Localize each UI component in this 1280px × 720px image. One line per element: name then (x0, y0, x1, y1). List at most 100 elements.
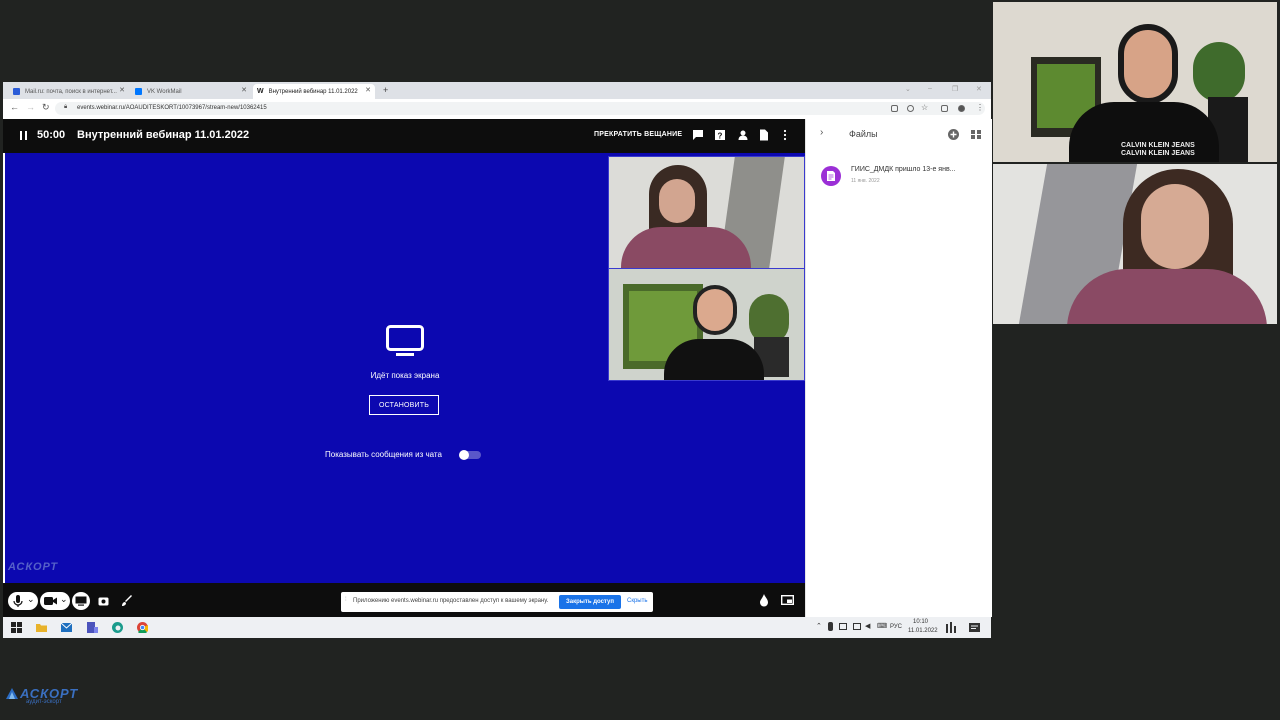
lock-icon: 🔒︎ (64, 104, 68, 110)
chevron-down-icon[interactable]: ⌄ (60, 594, 68, 605)
url-text: events.webinar.ru/AOAUDITESKORT/10073967… (77, 105, 267, 111)
page-title: Внутренний вебинар 11.01.2022 (77, 129, 250, 141)
logo-text: АСКОРТ (8, 561, 59, 573)
star-icon[interactable]: ☆ (921, 103, 928, 112)
notification-text: Приложению events.webinar.ru предоставле… (353, 598, 549, 604)
participants-icon[interactable] (737, 129, 749, 141)
stats-icon[interactable] (946, 622, 957, 633)
clock-time[interactable]: 10:10 (913, 619, 928, 625)
close-icon[interactable]: ✕ (365, 86, 371, 94)
mic-button[interactable]: ⌄ (8, 592, 38, 610)
more-icon[interactable] (779, 129, 791, 141)
logo-triangle-icon (6, 688, 18, 699)
stop-broadcast-button[interactable]: ПРЕКРАТИТЬ ВЕЩАНИЕ (594, 131, 682, 138)
participant-video-man[interactable]: CALVIN KLEIN JEANS CALVIN KLEIN JEANS (993, 2, 1277, 162)
tab-mail[interactable]: Mail.ru: почта, поиск в интернет... ✕ (9, 84, 129, 99)
grid-icon[interactable] (971, 130, 981, 139)
volume-icon[interactable]: ◀︎ (865, 622, 870, 630)
mic-tray-icon[interactable] (828, 622, 833, 631)
drag-handle-icon[interactable]: ⁞ (345, 597, 347, 603)
maximize-button[interactable]: ❐ (952, 85, 958, 93)
tab-webinar[interactable]: W Внутренний вебинар 11.01.2022 ✕ (253, 84, 375, 99)
tab-label: Mail.ru: почта, поиск в интернет... (25, 88, 117, 95)
participant-video-woman[interactable] (993, 164, 1277, 324)
toggle-knob (459, 450, 469, 460)
file-name: ГИИС_ДМДК пришло 13-е янв... (851, 166, 956, 173)
svg-text:?: ? (718, 132, 723, 141)
teams-icon[interactable] (87, 622, 98, 633)
brush-icon[interactable] (121, 595, 133, 607)
forward-button[interactable]: → (26, 102, 35, 112)
close-icon[interactable]: ✕ (241, 86, 247, 94)
pip-icon[interactable] (781, 595, 794, 605)
chevron-right-icon[interactable]: › (820, 127, 823, 138)
language-indicator[interactable]: РУС (890, 624, 902, 630)
shirt-print: CALVIN KLEIN JEANS CALVIN KLEIN JEANS (1121, 142, 1195, 157)
question-icon[interactable]: ? (714, 129, 726, 141)
participant-thumbnail-woman[interactable] (608, 156, 805, 269)
pause-icon[interactable] (20, 131, 28, 140)
chevron-up-icon[interactable]: ⌃ (816, 622, 822, 630)
screen-cast-icon[interactable] (891, 105, 898, 112)
chrome-icon[interactable] (137, 622, 148, 633)
participant-thumbnail-man[interactable] (608, 268, 805, 381)
chevron-down-icon[interactable]: ⌄ (905, 85, 911, 93)
browser-window: Mail.ru: почта, поиск в интернет... ✕ VK… (3, 82, 992, 638)
back-button[interactable]: ← (10, 102, 19, 112)
network-icon[interactable] (853, 623, 861, 630)
notifications-icon[interactable] (969, 622, 980, 633)
record-icon[interactable] (98, 596, 109, 607)
file-date: 11 янв. 2022 (851, 178, 880, 184)
aksort-watermark: АСКОРТ (8, 557, 58, 575)
close-icon[interactable]: ✕ (119, 86, 125, 94)
camera-icon (44, 597, 57, 605)
reload-button[interactable]: ↻ (42, 102, 50, 113)
timer: 50:00 (37, 129, 66, 141)
vk-favicon-icon (135, 88, 142, 95)
tab-workmail[interactable]: VK WorkMail ✕ (131, 84, 251, 99)
files-panel: › Файлы ГИИС_ДМДК пришло 13-е янв... 11 … (805, 119, 992, 617)
meet-now-icon[interactable] (839, 623, 847, 630)
files-panel-title: Файлы (849, 129, 878, 139)
share-icon[interactable] (907, 105, 914, 112)
edge-icon[interactable] (112, 622, 123, 633)
windows-taskbar: ⌃ ◀︎ ⌨︎ РУС 10:10 11.01.2022 (3, 617, 991, 638)
document-icon[interactable] (758, 129, 770, 141)
hide-link[interactable]: Скрыть (627, 598, 647, 604)
webinar-header: 50:00 Внутренний вебинар 11.01.2022 ПРЕК… (3, 119, 805, 153)
mic-icon (13, 595, 23, 607)
extensions-icon[interactable] (941, 105, 948, 112)
camera-button[interactable]: ⌄ (40, 592, 70, 610)
close-window-button[interactable]: ✕ (976, 85, 982, 93)
screen-share-button[interactable] (72, 592, 90, 610)
chevron-down-icon[interactable]: ⌄ (27, 594, 35, 605)
sharing-status-label: Идёт показ экрана (370, 371, 440, 380)
tab-strip: Mail.ru: почта, поиск в интернет... ✕ VK… (3, 82, 991, 99)
keyboard-icon[interactable]: ⌨︎ (877, 622, 887, 630)
minimize-button[interactable]: – (928, 85, 932, 92)
menu-icon[interactable]: ⋮ (976, 103, 984, 112)
fire-icon[interactable] (759, 594, 769, 607)
mail-app-icon[interactable] (61, 622, 72, 633)
add-icon[interactable] (948, 129, 959, 140)
explorer-icon[interactable] (36, 622, 47, 633)
clock-date[interactable]: 11.01.2022 (908, 628, 938, 634)
chat-icon[interactable] (692, 129, 704, 141)
file-icon (821, 166, 841, 186)
aksort-logo: АСКОРТ аудит-эскорт (6, 686, 78, 705)
new-tab-button[interactable]: + (383, 85, 388, 95)
screen-share-stage: Идёт показ экрана ОСТАНОВИТЬ Показывать … (5, 153, 805, 583)
address-bar: ← → ↻ 🔒︎ events.webinar.ru/AOAUDITESKORT… (3, 99, 991, 120)
screen-share-icon (75, 596, 87, 606)
stop-sharing-button[interactable]: ОСТАНОВИТЬ (369, 395, 439, 415)
chat-toggle[interactable] (459, 450, 481, 460)
screen-access-notification: ⁞ Приложению events.webinar.ru предостав… (341, 592, 653, 612)
stop-access-button[interactable]: Закрыть доступ (559, 595, 621, 609)
webinar-favicon-icon: W (257, 88, 264, 95)
avatar[interactable] (958, 105, 965, 112)
windows-start-icon[interactable] (11, 622, 22, 633)
chat-toggle-label: Показывать сообщения из чата (325, 450, 442, 459)
url-field[interactable]: 🔒︎ events.webinar.ru/AOAUDITESKORT/10073… (55, 102, 985, 115)
tab-label: Внутренний вебинар 11.01.2022 (268, 88, 358, 95)
mail-favicon-icon (13, 88, 20, 95)
